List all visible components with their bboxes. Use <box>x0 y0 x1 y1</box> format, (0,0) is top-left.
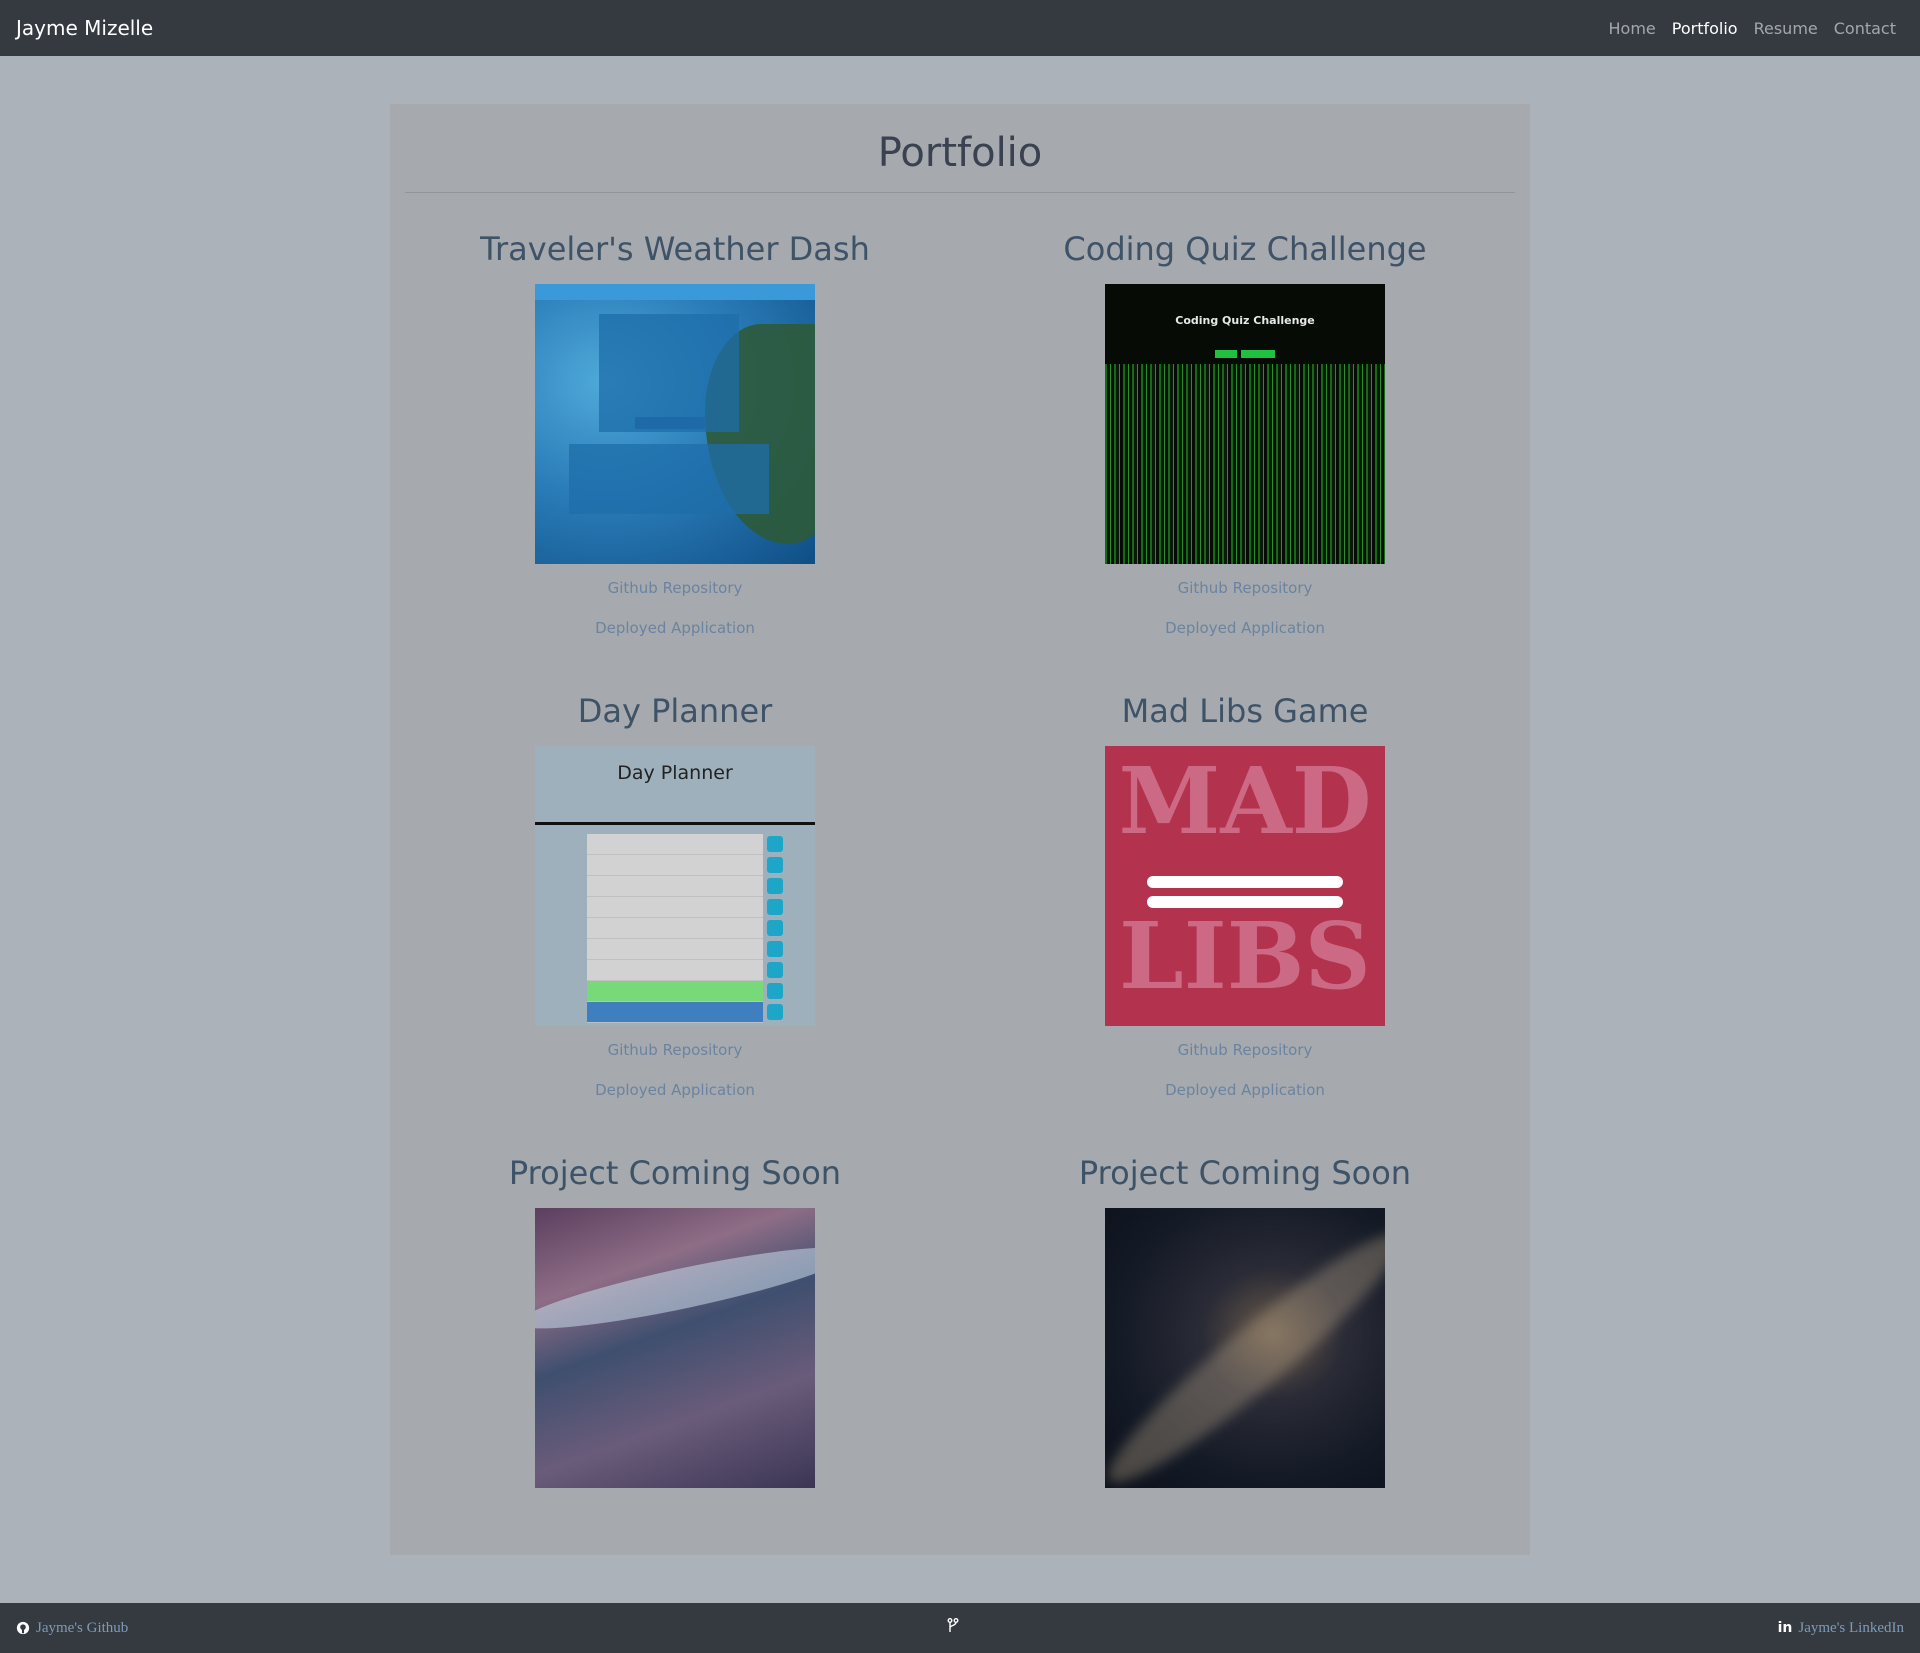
project-thumbnail: Coding Quiz Challenge <box>1105 284 1385 564</box>
project-thumbnail <box>535 284 815 564</box>
project-title: Traveler's Weather Dash <box>480 230 870 268</box>
project-card: Project Coming Soon <box>390 1148 960 1488</box>
project-thumbnail <box>1105 1208 1385 1488</box>
brand-link[interactable]: Jayme Mizelle <box>16 16 153 40</box>
project-title: Project Coming Soon <box>508 1154 842 1192</box>
project-thumbnail: MAD LIBS <box>1105 746 1385 1026</box>
deployed-application-link[interactable]: Deployed Application <box>960 1070 1530 1110</box>
thumbnail-caption: Coding Quiz Challenge <box>1175 314 1315 327</box>
github-repository-link[interactable]: Github Repository <box>960 568 1530 608</box>
project-card: Project Coming Soon <box>960 1148 1530 1488</box>
deployed-application-link[interactable]: Deployed Application <box>390 1070 960 1110</box>
footer: Jayme's Github in Jayme's LinkedIn <box>0 1603 1920 1653</box>
linkedin-link-label: Jayme's LinkedIn <box>1798 1619 1904 1636</box>
github-repository-link[interactable]: Github Repository <box>960 1030 1530 1070</box>
nav-link-portfolio[interactable]: Portfolio <box>1672 19 1738 38</box>
portfolio-card: Portfolio Traveler's Weather Dash Github… <box>390 104 1530 1555</box>
project-card: Day Planner Day Planner Github Repositor… <box>390 686 960 1110</box>
top-navbar: Jayme Mizelle Home Portfolio Resume Cont… <box>0 0 1920 56</box>
project-card: Mad Libs Game MAD LIBS Github Repository… <box>960 686 1530 1110</box>
title-divider <box>405 192 1515 193</box>
linkedin-icon: in <box>1777 1620 1793 1636</box>
project-title: Mad Libs Game <box>1121 692 1369 730</box>
github-repository-link[interactable]: Github Repository <box>390 568 960 608</box>
github-link[interactable]: Jayme's Github <box>16 1620 128 1637</box>
project-title: Day Planner <box>577 692 773 730</box>
page-title: Portfolio <box>877 130 1043 176</box>
project-thumbnail <box>535 1208 815 1488</box>
github-icon <box>16 1621 30 1635</box>
project-title: Project Coming Soon <box>1078 1154 1412 1192</box>
project-card: Traveler's Weather Dash Github Repositor… <box>390 224 960 648</box>
nav-links: Home Portfolio Resume Contact <box>1609 19 1896 38</box>
thumbnail-logo-bottom: LIBS <box>1119 902 1371 1010</box>
github-repository-link[interactable]: Github Repository <box>390 1030 960 1070</box>
nav-link-home[interactable]: Home <box>1609 19 1656 38</box>
thumbnail-logo-top: MAD <box>1118 747 1372 855</box>
deployed-application-link[interactable]: Deployed Application <box>960 608 1530 648</box>
fork-icon <box>947 1617 959 1639</box>
project-title: Coding Quiz Challenge <box>1063 230 1427 268</box>
nav-link-resume[interactable]: Resume <box>1754 19 1818 38</box>
project-card: Coding Quiz Challenge Coding Quiz Challe… <box>960 224 1530 648</box>
deployed-application-link[interactable]: Deployed Application <box>390 608 960 648</box>
github-link-label: Jayme's Github <box>36 1619 129 1636</box>
thumbnail-caption: Day Planner <box>617 762 733 784</box>
linkedin-link[interactable]: in Jayme's LinkedIn <box>1778 1620 1904 1637</box>
nav-link-contact[interactable]: Contact <box>1834 19 1896 38</box>
project-thumbnail: Day Planner <box>535 746 815 1026</box>
